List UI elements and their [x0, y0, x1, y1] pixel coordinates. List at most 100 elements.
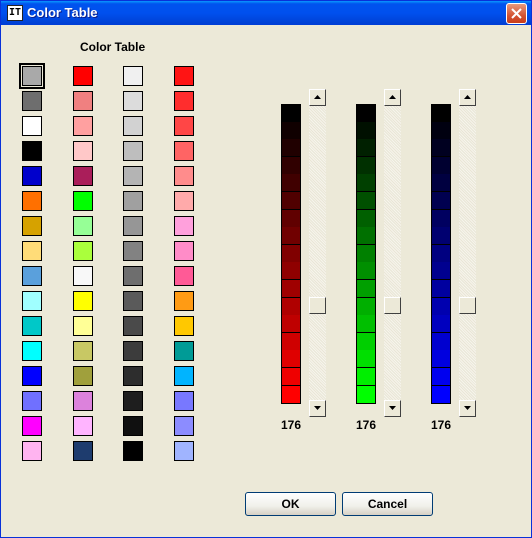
- red-shade-cell[interactable]: [281, 210, 301, 228]
- red-shade-cell[interactable]: [281, 350, 301, 368]
- color-swatch[interactable]: [73, 66, 93, 86]
- color-swatch[interactable]: [22, 191, 42, 211]
- color-swatch[interactable]: [123, 291, 143, 311]
- color-swatch[interactable]: [22, 341, 42, 361]
- color-swatch[interactable]: [123, 316, 143, 336]
- blue-shade-cell[interactable]: [431, 350, 451, 368]
- blue-scroll-up-button[interactable]: [459, 89, 476, 106]
- color-swatch[interactable]: [73, 241, 93, 261]
- color-swatch[interactable]: [123, 216, 143, 236]
- color-swatch[interactable]: [174, 291, 194, 311]
- green-scroll-up-button[interactable]: [384, 89, 401, 106]
- color-swatch[interactable]: [174, 116, 194, 136]
- color-swatch[interactable]: [123, 66, 143, 86]
- blue-scroll-down-button[interactable]: [459, 400, 476, 417]
- green-shade-cell[interactable]: [356, 227, 376, 245]
- green-shade-cell[interactable]: [356, 333, 376, 351]
- color-swatch[interactable]: [73, 391, 93, 411]
- green-scroll-down-button[interactable]: [384, 400, 401, 417]
- color-swatch[interactable]: [123, 116, 143, 136]
- color-swatch[interactable]: [73, 266, 93, 286]
- color-swatch[interactable]: [22, 391, 42, 411]
- red-scroll-up-button[interactable]: [309, 89, 326, 106]
- red-shade-cell[interactable]: [281, 245, 301, 263]
- blue-shade-cell[interactable]: [431, 315, 451, 333]
- color-swatch[interactable]: [73, 91, 93, 111]
- color-swatch[interactable]: [174, 166, 194, 186]
- color-swatch[interactable]: [123, 391, 143, 411]
- color-swatch[interactable]: [123, 341, 143, 361]
- red-scroll-thumb[interactable]: [309, 297, 326, 314]
- color-swatch[interactable]: [123, 416, 143, 436]
- ok-button[interactable]: OK: [245, 492, 336, 516]
- color-swatch[interactable]: [174, 216, 194, 236]
- color-swatch[interactable]: [73, 366, 93, 386]
- color-swatch[interactable]: [174, 441, 194, 461]
- green-shade-cell[interactable]: [356, 368, 376, 386]
- color-swatch[interactable]: [73, 116, 93, 136]
- blue-shade-cell[interactable]: [431, 227, 451, 245]
- color-swatch[interactable]: [123, 91, 143, 111]
- color-swatch[interactable]: [73, 341, 93, 361]
- color-swatch[interactable]: [73, 316, 93, 336]
- red-scroll-down-button[interactable]: [309, 400, 326, 417]
- color-swatch[interactable]: [22, 316, 42, 336]
- color-swatch[interactable]: [123, 166, 143, 186]
- red-shade-cell[interactable]: [281, 227, 301, 245]
- blue-shade-cell[interactable]: [431, 333, 451, 351]
- green-shade-cell[interactable]: [356, 280, 376, 298]
- color-swatch[interactable]: [22, 116, 42, 136]
- color-swatch[interactable]: [22, 291, 42, 311]
- red-shade-cell[interactable]: [281, 122, 301, 140]
- color-swatch[interactable]: [22, 441, 42, 461]
- red-shade-cell[interactable]: [281, 298, 301, 316]
- green-shade-cell[interactable]: [356, 262, 376, 280]
- color-swatch[interactable]: [73, 166, 93, 186]
- color-swatch[interactable]: [73, 416, 93, 436]
- color-swatch[interactable]: [22, 166, 42, 186]
- green-scroll-thumb[interactable]: [384, 297, 401, 314]
- red-shade-cell[interactable]: [281, 315, 301, 333]
- green-shade-cell[interactable]: [356, 104, 376, 122]
- color-swatch[interactable]: [22, 366, 42, 386]
- color-swatch[interactable]: [174, 391, 194, 411]
- color-swatch[interactable]: [174, 141, 194, 161]
- red-shade-cell[interactable]: [281, 104, 301, 122]
- blue-scroll-thumb[interactable]: [459, 297, 476, 314]
- color-swatch[interactable]: [22, 416, 42, 436]
- green-shade-cell[interactable]: [356, 245, 376, 263]
- blue-shade-cell[interactable]: [431, 245, 451, 263]
- blue-shade-cell[interactable]: [431, 122, 451, 140]
- red-shade-cell[interactable]: [281, 368, 301, 386]
- blue-scrollbar[interactable]: [459, 89, 476, 417]
- green-shade-cell[interactable]: [356, 210, 376, 228]
- blue-shade-cell[interactable]: [431, 386, 451, 404]
- color-swatch[interactable]: [174, 66, 194, 86]
- color-swatch[interactable]: [174, 341, 194, 361]
- close-button[interactable]: [506, 3, 527, 24]
- green-shade-cell[interactable]: [356, 315, 376, 333]
- green-shade-cell[interactable]: [356, 386, 376, 404]
- red-shade-cell[interactable]: [281, 192, 301, 210]
- color-swatch[interactable]: [174, 416, 194, 436]
- color-swatch[interactable]: [22, 241, 42, 261]
- red-scrollbar[interactable]: [309, 89, 326, 417]
- blue-shade-cell[interactable]: [431, 210, 451, 228]
- blue-shade-cell[interactable]: [431, 174, 451, 192]
- color-swatch[interactable]: [22, 91, 42, 111]
- green-shade-cell[interactable]: [356, 157, 376, 175]
- color-swatch[interactable]: [22, 141, 42, 161]
- title-bar[interactable]: IT Color Table: [1, 1, 531, 25]
- color-swatch[interactable]: [73, 216, 93, 236]
- green-shade-cell[interactable]: [356, 350, 376, 368]
- green-shade-cell[interactable]: [356, 192, 376, 210]
- blue-shade-cell[interactable]: [431, 192, 451, 210]
- color-swatch[interactable]: [174, 91, 194, 111]
- green-scrollbar[interactable]: [384, 89, 401, 417]
- green-shade-cell[interactable]: [356, 122, 376, 140]
- color-swatch[interactable]: [73, 291, 93, 311]
- red-shade-cell[interactable]: [281, 174, 301, 192]
- color-swatch[interactable]: [174, 266, 194, 286]
- color-swatch[interactable]: [73, 191, 93, 211]
- color-swatch[interactable]: [19, 63, 45, 89]
